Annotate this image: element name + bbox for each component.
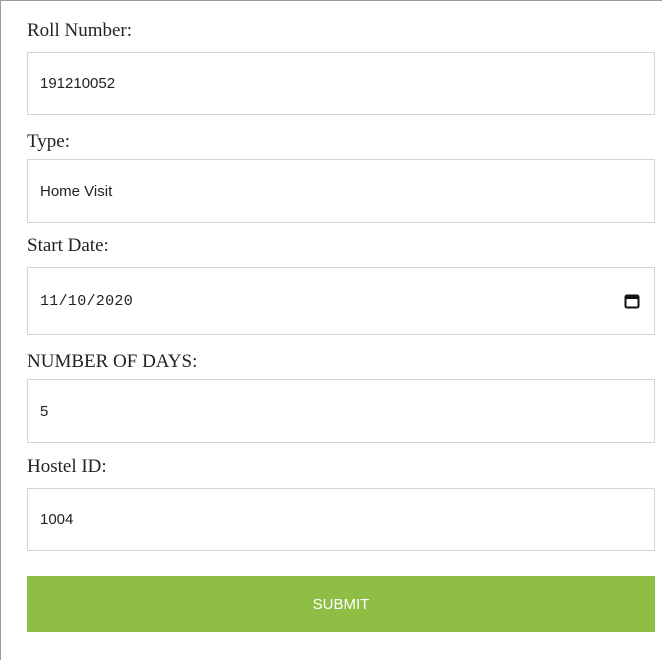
- roll-number-input[interactable]: 191210052: [27, 52, 655, 115]
- form-container: Roll Number: 191210052 Type: Home Visit …: [0, 0, 662, 660]
- start-date-label: Start Date:: [27, 235, 109, 256]
- number-of-days-input[interactable]: 5: [27, 379, 655, 443]
- type-input[interactable]: Home Visit: [27, 159, 655, 223]
- number-of-days-value: 5: [40, 402, 49, 420]
- hostel-id-value: 1004: [40, 511, 74, 528]
- calendar-icon[interactable]: [624, 293, 640, 309]
- start-date-value: 11/10/2020: [40, 292, 134, 310]
- hostel-id-label: Hostel ID:: [27, 456, 107, 477]
- type-label: Type:: [27, 131, 70, 152]
- hostel-id-input[interactable]: 1004: [27, 488, 655, 551]
- type-value: Home Visit: [40, 182, 113, 200]
- submit-button[interactable]: SUBMIT: [27, 576, 655, 632]
- roll-number-value: 191210052: [40, 75, 116, 92]
- start-date-input[interactable]: 11/10/2020: [27, 267, 655, 335]
- roll-number-label: Roll Number:: [27, 20, 133, 41]
- number-of-days-label: NUMBER OF DAYS:: [27, 351, 198, 372]
